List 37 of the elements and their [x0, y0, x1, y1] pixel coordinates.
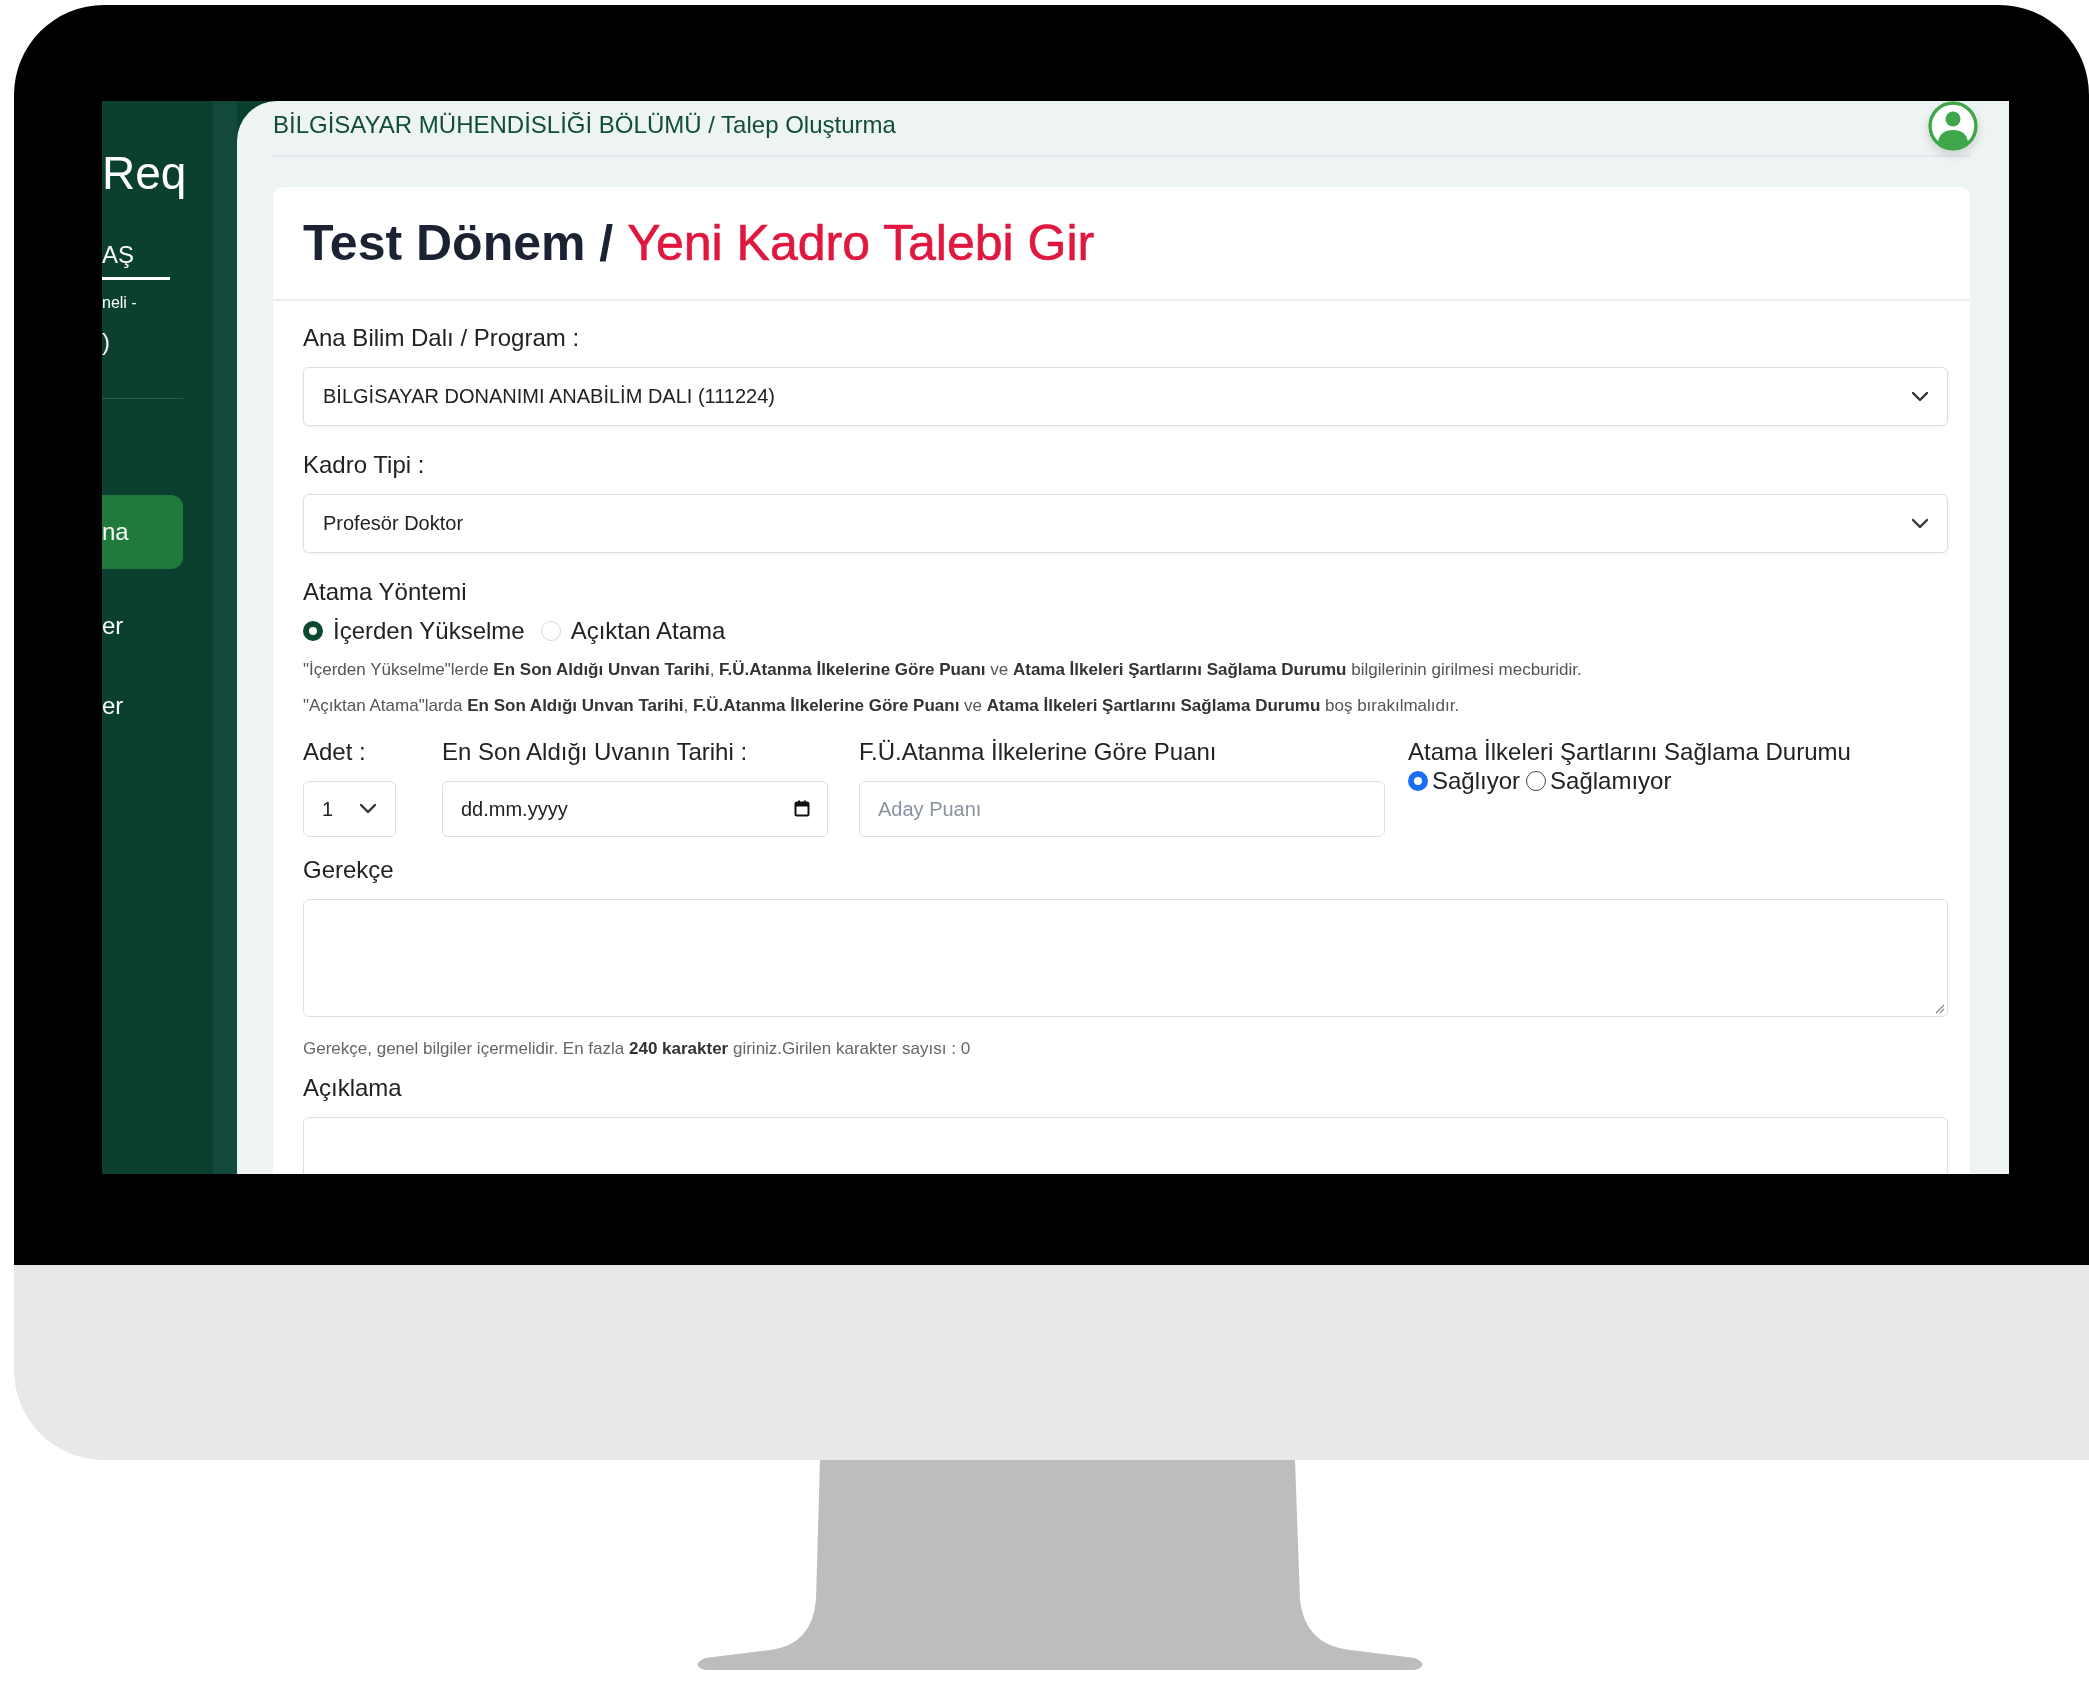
hint-text: "İçerden Yükselme"lerde En Son Aldığı Unvan Tarihi, F.Ü.Atanma İlkelerine Göre Puanı ve Atama İlkeleri Şartlarını Sağlama Durumu bilgilerinin girilmesi mecburidir. — [303, 659, 1583, 681]
field-label: Gerekçe — [303, 855, 395, 885]
sidebar-item[interactable]: er — [102, 603, 183, 649]
select-field[interactable]: Profesör Doktor — [303, 494, 1948, 553]
user-avatar-icon[interactable] — [1928, 101, 1978, 151]
breadcrumb: BİLGİSAYAR MÜHENDİSLİĞİ BÖLÜMÜ / Talep Oluşturma — [273, 111, 896, 139]
field-label: Atama İlkeleri Şartlarını Sağlama Durumu — [1408, 737, 1851, 767]
radio-option[interactable]: İçerden Yükselme — [303, 617, 525, 645]
field-label: F.Ü.Atanma İlkelerine Göre Puanı — [859, 737, 1218, 767]
resize-handle-icon[interactable] — [1933, 1002, 1945, 1014]
hint-text: Gerekçe, genel bilgiler içermelidir. En fazla 240 karakter giriniz.Girilen karakter sayısı : 0 — [303, 1039, 972, 1059]
select-field[interactable]: BİLGİSAYAR DONANIMI ANABİLİM DALI (111224) — [303, 367, 1948, 426]
chevron-down-icon — [1911, 390, 1929, 403]
radio-option[interactable]: Sağlıyor — [1408, 767, 1521, 795]
user-name: AŞ — [102, 241, 170, 280]
chevron-down-icon — [359, 803, 377, 815]
radio-option[interactable]: Açıktan Atama — [540, 617, 726, 645]
hint-text: "Açıktan Atama"larda En Son Aldığı Unvan Tarihi, F.Ü.Atanma İlkelerine Göre Puanı ve Atama İlkeleri Şartlarını Sağlama Durumu boş bırakılmalıdır. — [303, 695, 1461, 717]
field-label: Açıklama — [303, 1073, 403, 1103]
sidebar-item[interactable]: er — [102, 683, 183, 729]
field-label: Adet : — [303, 737, 367, 767]
user-detail: neli - — [102, 294, 138, 312]
user-info: ) — [102, 328, 111, 356]
date-field[interactable]: dd.mm.yyyy — [442, 781, 828, 837]
radio-option[interactable]: Sağlamıyor — [1526, 767, 1672, 795]
field-label: Atama Yöntemi — [303, 577, 468, 607]
select-field[interactable]: 1 — [303, 781, 396, 837]
field-label: En Son Aldığı Uvanın Tarihi : — [442, 737, 749, 767]
page-subtitle: Yeni Kadro Talebi Gir — [627, 214, 1095, 272]
chevron-down-icon — [1911, 517, 1929, 530]
calendar-icon[interactable] — [794, 800, 810, 817]
sidebar-item[interactable]: na — [102, 495, 183, 569]
score-input[interactable]: Aday Puanı — [859, 781, 1385, 837]
app-brand: Req — [102, 147, 188, 199]
field-label: Kadro Tipi : — [303, 450, 426, 480]
page-title: Test Dönem / — [303, 214, 614, 272]
field-label: Ana Bilim Dalı / Program : — [303, 323, 581, 353]
